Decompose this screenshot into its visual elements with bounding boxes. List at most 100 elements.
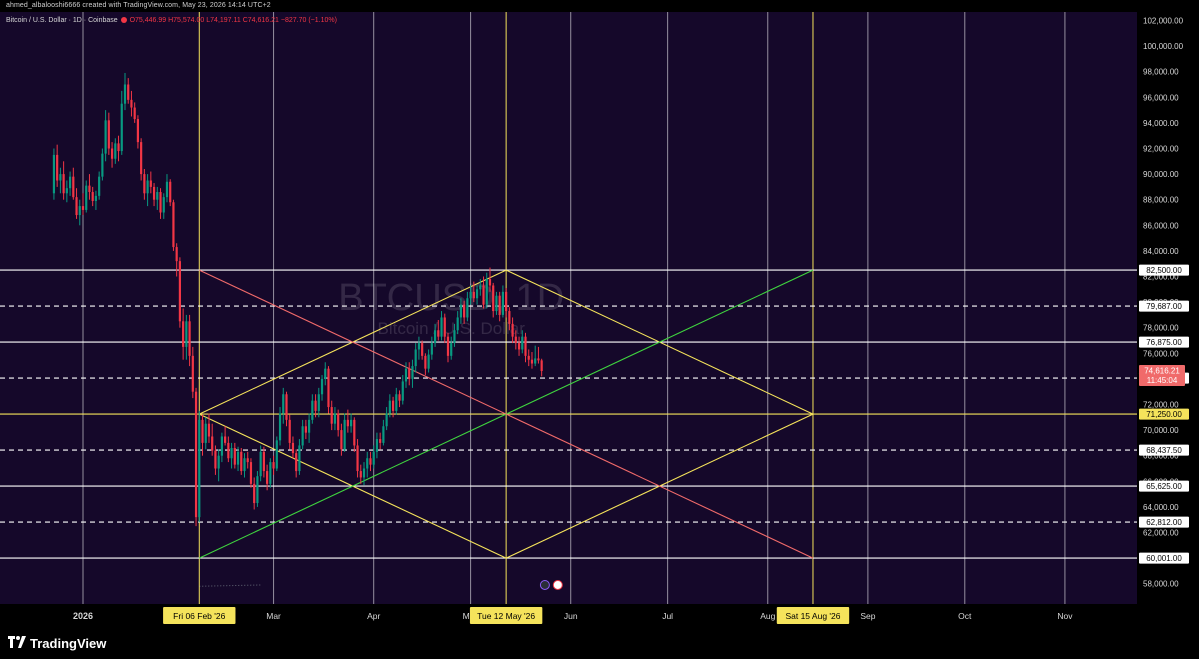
candle-body: [414, 349, 417, 367]
candle-body: [508, 311, 511, 324]
level-price-label: 79,687.00: [1146, 302, 1182, 311]
footer-bar: [0, 628, 1199, 659]
candle-body: [530, 359, 534, 364]
candle-body: [466, 298, 469, 318]
close-value: C74,616.21: [242, 17, 279, 24]
candle-body: [253, 483, 256, 504]
candle: [198, 410, 201, 523]
candle-body: [472, 291, 475, 299]
candle-body: [340, 430, 343, 450]
candle-body: [169, 181, 172, 203]
candle-body: [301, 426, 304, 446]
status-dot-icon: [120, 17, 127, 24]
candle-body: [236, 451, 240, 465]
candle-body: [333, 413, 337, 424]
candle-body: [278, 413, 282, 441]
candle-body: [165, 181, 169, 198]
price-tick-label: 96,000.00: [1143, 93, 1179, 102]
time-tick-label: Sep: [860, 611, 875, 621]
candle-body: [437, 330, 440, 337]
level-price-label: 82,500.00: [1146, 266, 1182, 275]
candle-body: [172, 202, 175, 248]
candle-body: [178, 261, 181, 322]
candle-body: [211, 436, 214, 451]
candle-body: [349, 419, 353, 427]
price-tick-label: 84,000.00: [1143, 247, 1179, 256]
low-value: L74,197.11: [206, 17, 241, 24]
tradingview-logo-icon: [8, 636, 26, 651]
candle-body: [288, 419, 291, 443]
candle-body: [72, 176, 75, 198]
candle-body: [272, 462, 275, 469]
candle-body: [517, 343, 521, 350]
candle-body: [101, 153, 104, 177]
candle-body: [94, 195, 98, 201]
price-chart[interactable]: BTCUSD, 1DBitcoin / U.S. Dollar 58,000.00…: [0, 0, 1199, 659]
brand-name: TradingView: [30, 636, 107, 651]
candle-body: [269, 462, 272, 484]
candle-body: [246, 458, 249, 463]
time-tick-label: Apr: [367, 611, 380, 621]
last-price-label: 74,616.21: [1144, 367, 1180, 376]
earnings-event-icon[interactable]: [552, 579, 563, 590]
candle: [172, 199, 175, 251]
candle-body: [314, 400, 317, 411]
level-price-label: 60,001.00: [1146, 554, 1182, 563]
chart-screenshot: BTCUSD, 1D Bitcoin / U.S. Dollar 58,000.00…: [0, 0, 1199, 659]
time-tick-label: Jun: [564, 611, 578, 621]
candle-body: [207, 423, 211, 437]
price-tick-label: 76,000.00: [1143, 349, 1179, 358]
price-tick-label: 92,000.00: [1143, 145, 1179, 154]
candle-body: [156, 192, 159, 200]
price-tick-label: 100,000.00: [1143, 42, 1184, 51]
candle-body: [130, 99, 133, 108]
candle-body: [110, 148, 114, 159]
price-tick-label: 62,000.00: [1143, 529, 1179, 538]
candle-body: [479, 285, 482, 290]
candle-body: [404, 368, 408, 382]
candle-body: [488, 279, 492, 286]
candle-body: [430, 343, 433, 355]
price-tick-label: 64,000.00: [1143, 503, 1179, 512]
candle-body: [159, 192, 162, 213]
event-flag-icon[interactable]: [539, 579, 550, 590]
candle-body: [353, 419, 356, 446]
candle-body: [304, 426, 307, 433]
watermark-symbol: BTCUSD, 1D: [338, 277, 564, 319]
candle-body: [120, 103, 123, 152]
candle-body: [117, 143, 120, 152]
ohlc-legend: Bitcoin / U.S. Dollar · 1D · Coinbase O7…: [6, 17, 337, 24]
price-tick-label: 98,000.00: [1143, 68, 1179, 77]
candle-body: [220, 436, 223, 456]
candle-body: [78, 206, 81, 216]
candle-body: [182, 321, 185, 347]
candle-body: [91, 192, 94, 201]
candle-body: [534, 358, 537, 364]
plot-area: [0, 12, 1137, 604]
candle-body: [382, 426, 385, 443]
candle-body: [417, 343, 421, 350]
time-tick-label: Mar: [266, 611, 281, 621]
high-value: H75,574.00: [168, 17, 205, 24]
candle-body: [266, 471, 269, 484]
candle-body: [485, 279, 488, 305]
candle-body: [453, 330, 456, 344]
tradingview-logo[interactable]: TradingView: [8, 636, 106, 651]
candle-body: [240, 451, 243, 472]
candle-body: [146, 180, 149, 194]
candle-body: [391, 400, 395, 411]
price-tick-label: 102,000.00: [1143, 17, 1184, 26]
candle-body: [359, 471, 362, 478]
time-tick-label: Aug: [760, 611, 775, 621]
candle-body: [149, 180, 152, 187]
time-tick-label: Nov: [1057, 611, 1073, 621]
candle-body: [291, 442, 295, 454]
candle-body: [450, 343, 453, 356]
candle-body: [256, 476, 259, 504]
candle-body: [511, 323, 514, 337]
candle-body: [81, 206, 85, 210]
time-tick-label: Jul: [662, 611, 673, 621]
candle-body: [188, 321, 191, 356]
candle-body: [262, 451, 265, 472]
candle: [194, 387, 198, 527]
